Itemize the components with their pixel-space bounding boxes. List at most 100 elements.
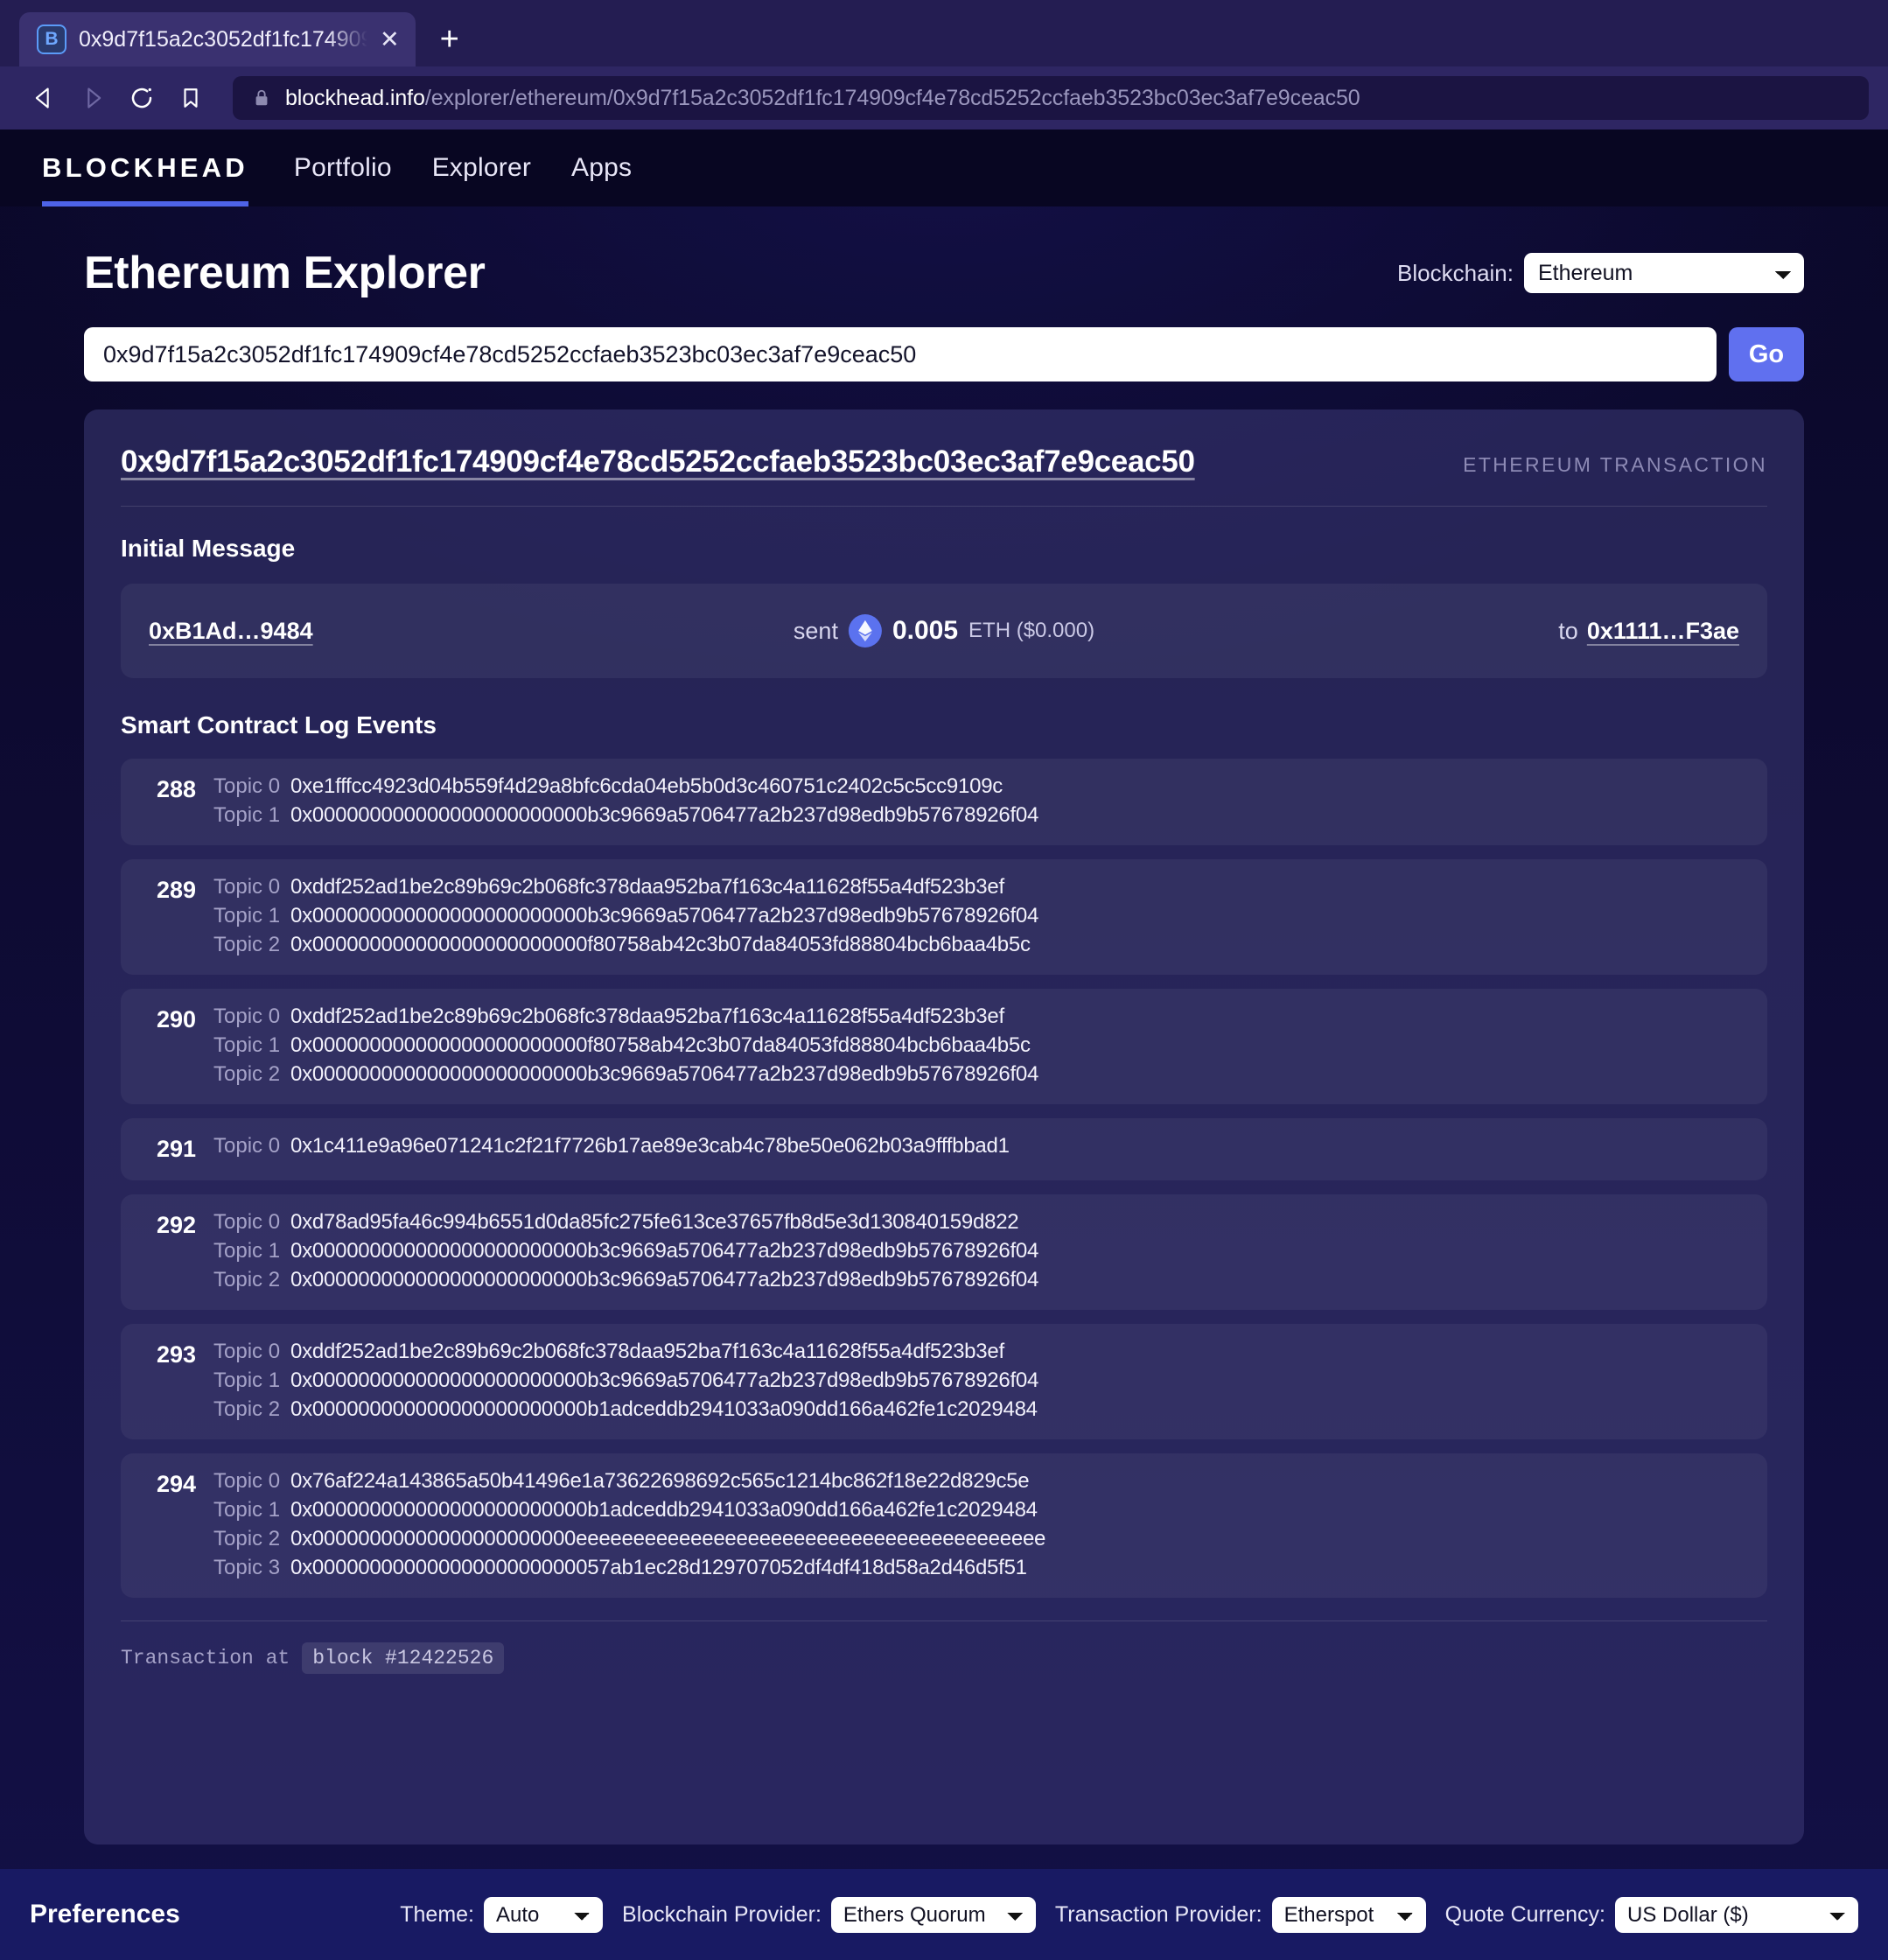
log-event-index: 291 [156, 1136, 196, 1162]
quote-currency-select[interactable]: US Dollar ($) [1615, 1896, 1858, 1933]
log-event-topic: Topic 0 0xddf252ad1be2c89b69c2b068fc378da… [213, 875, 1038, 900]
url-text: blockhead.info/explorer/ethereum/0x9d7f1… [285, 86, 1360, 111]
log-event-topic: Topic 1 0x000000000000000000000000b3c9669… [213, 904, 1038, 928]
reload-icon[interactable] [117, 74, 166, 122]
url-bar[interactable]: blockhead.info/explorer/ethereum/0x9d7f1… [233, 76, 1869, 120]
transaction-footer: Transaction at block #12422526 [121, 1620, 1767, 1674]
log-event-topic: Topic 1 0x000000000000000000000000b3c9669… [213, 1368, 1038, 1393]
log-event-topic: Topic 1 0x000000000000000000000000b3c9669… [213, 803, 1038, 828]
topic-label: Topic 2 [213, 1268, 281, 1292]
transaction-hash[interactable]: 0x9d7f15a2c3052df1fc174909cf4e78cd5252cc… [121, 444, 1195, 480]
url-host: blockhead.info [285, 85, 425, 110]
log-event-index: 290 [156, 1006, 196, 1032]
log-event-topic: Topic 0 0xe1fffcc4923d04b559f4d29a8bfc6cd… [213, 774, 1038, 799]
log-event-topics: Topic 0 0x76af224a143865a50b41496e1a73622… [213, 1469, 1045, 1580]
log-event-topic: Topic 1 0x000000000000000000000000f80758a… [213, 1033, 1038, 1058]
topic-value: 0x000000000000000000000000b3c9669a570647… [290, 1368, 1039, 1392]
log-event-topic: Topic 1 0x000000000000000000000000b3c9669… [213, 1239, 1038, 1264]
topic-value: 0x76af224a143865a50b41496e1a73622698692c… [290, 1469, 1030, 1493]
blockchain-provider-label: Blockchain Provider: [622, 1901, 822, 1927]
message-amount: 0.005 [892, 616, 959, 645]
search-input[interactable] [84, 327, 1717, 382]
log-event-row: 290 Topic 0 0xddf252ad1be2c89b69c2b068fc37… [121, 989, 1767, 1104]
topic-value: 0x000000000000000000000000b3c9669a570647… [290, 1062, 1039, 1086]
topic-value: 0x000000000000000000000000b1adceddb29410… [290, 1397, 1038, 1421]
message-destination: to 0x1111…F3ae [1558, 618, 1739, 645]
initial-message-title: Initial Message [121, 535, 296, 562]
blockchain-select[interactable]: Ethereum [1524, 253, 1804, 293]
blockchain-picker: Blockchain: Ethereum [1397, 253, 1804, 293]
topic-label: Topic 0 [213, 1340, 281, 1363]
preferences-controls: Theme: Auto Blockchain Provider: Ethers … [400, 1896, 1858, 1933]
topic-label: Topic 0 [213, 1134, 281, 1158]
log-event-row: 293 Topic 0 0xddf252ad1be2c89b69c2b068fc37… [121, 1324, 1767, 1439]
log-event-topics: Topic 0 0xd78ad95fa46c994b6551d0da85fc275… [213, 1210, 1038, 1292]
log-event-topics: Topic 0 0xddf252ad1be2c89b69c2b068fc378da… [213, 1340, 1038, 1422]
topic-value: 0x00000000000000000000000057ab1ec28d1297… [290, 1556, 1027, 1579]
message-transfer: sent 0.005 ETH ($0.000) [794, 614, 1094, 648]
bookmark-icon[interactable] [166, 74, 215, 122]
brand-logo[interactable]: BLOCKHEAD [42, 130, 254, 206]
transaction-provider-select[interactable]: Etherspot [1271, 1896, 1426, 1933]
nav-item-apps[interactable]: Apps [571, 153, 632, 183]
message-to-address[interactable]: 0x1111…F3ae [1587, 618, 1739, 645]
log-event-topics: Topic 0 0x1c411e9a96e071241c2f21f7726b17a… [213, 1134, 1010, 1163]
message-sent-label: sent [793, 617, 838, 644]
theme-select[interactable]: Auto [484, 1896, 604, 1933]
log-event-topic: Topic 0 0xd78ad95fa46c994b6551d0da85fc275… [213, 1210, 1038, 1235]
transaction-card: 0x9d7f15a2c3052df1fc174909cf4e78cd5252cc… [84, 410, 1804, 1844]
topic-value: 0x000000000000000000000000f80758ab42c3b0… [290, 1033, 1031, 1057]
url-path: /explorer/ethereum/0x9d7f15a2c3052df1fc1… [424, 85, 1360, 110]
log-event-index: 294 [156, 1471, 196, 1497]
log-event-topics: Topic 0 0xe1fffcc4923d04b559f4d29a8bfc6cd… [213, 774, 1038, 828]
blockchain-label: Blockchain: [1397, 259, 1514, 286]
topic-label: Topic 0 [213, 1469, 281, 1493]
theme-label: Theme: [400, 1901, 475, 1927]
log-event-topic: Topic 0 0x1c411e9a96e071241c2f21f7726b17a… [213, 1134, 1010, 1158]
topic-value: 0xddf252ad1be2c89b69c2b068fc378daa952ba7… [290, 875, 1004, 899]
topic-value: 0x1c411e9a96e071241c2f21f7726b17ae89e3ca… [290, 1134, 1010, 1158]
topic-value: 0x000000000000000000000000b1adceddb29410… [290, 1498, 1038, 1522]
transaction-kind-label: ETHEREUM TRANSACTION [1463, 453, 1767, 476]
close-icon[interactable]: ✕ [380, 27, 400, 52]
log-event-row: 289 Topic 0 0xddf252ad1be2c89b69c2b068fc37… [121, 859, 1767, 975]
log-event-topics: Topic 0 0xddf252ad1be2c89b69c2b068fc378da… [213, 875, 1038, 957]
preference-transaction-provider: Transaction Provider: Etherspot [1055, 1896, 1426, 1933]
log-event-row: 292 Topic 0 0xd78ad95fa46c994b6551d0da85fc… [121, 1194, 1767, 1310]
new-tab-button[interactable]: + [440, 23, 459, 56]
topic-label: Topic 0 [213, 875, 281, 899]
go-button[interactable]: Go [1729, 327, 1804, 382]
topic-value: 0xddf252ad1be2c89b69c2b068fc378daa952ba7… [290, 1340, 1004, 1363]
nav-item-portfolio[interactable]: Portfolio [294, 153, 392, 183]
preferences-bar: Preferences Theme: Auto Blockchain Provi… [0, 1869, 1888, 1960]
topic-label: Topic 1 [213, 1239, 281, 1263]
browser-tab[interactable]: B 0x9d7f15a2c3052df1fc174909c ✕ [19, 12, 416, 66]
topic-value: 0x000000000000000000000000b3c9669a570647… [290, 904, 1039, 928]
topic-label: Topic 1 [213, 1368, 281, 1392]
topic-label: Topic 1 [213, 1498, 281, 1522]
topic-label: Topic 2 [213, 1062, 281, 1086]
log-event-topic: Topic 2 0x000000000000000000000000b1adced… [213, 1397, 1038, 1422]
block-number-chip[interactable]: block #12422526 [302, 1642, 505, 1674]
log-event-index: 288 [156, 776, 196, 802]
back-icon[interactable] [19, 74, 68, 122]
topic-label: Topic 0 [213, 1004, 281, 1028]
topic-label: Topic 2 [213, 933, 281, 956]
message-from-address[interactable]: 0xB1Ad…9484 [149, 618, 313, 645]
topic-label: Topic 1 [213, 803, 281, 827]
page-header: Ethereum Explorer Blockchain: Ethereum [84, 206, 1804, 299]
log-event-row: 288 Topic 0 0xe1fffcc4923d04b559f4d29a8bfc… [121, 759, 1767, 845]
transaction-card-header: 0x9d7f15a2c3052df1fc174909cf4e78cd5252cc… [121, 444, 1767, 507]
log-event-topic: Topic 0 0xddf252ad1be2c89b69c2b068fc378da… [213, 1340, 1038, 1364]
message-unit: ETH ($0.000) [968, 619, 1095, 642]
blockchain-provider-select[interactable]: Ethers Quorum [830, 1896, 1036, 1933]
nav-item-explorer[interactable]: Explorer [432, 153, 531, 183]
ethereum-icon [848, 614, 882, 648]
forward-icon [68, 74, 117, 122]
quote-currency-label: Quote Currency: [1444, 1901, 1605, 1927]
log-event-topic: Topic 1 0x000000000000000000000000b1adced… [213, 1498, 1045, 1522]
favicon-icon: B [37, 24, 66, 54]
browser-navbar: blockhead.info/explorer/ethereum/0x9d7f1… [0, 66, 1888, 130]
topic-value: 0x000000000000000000000000f80758ab42c3b0… [290, 933, 1031, 956]
log-event-topic: Topic 2 0x000000000000000000000000b3c9669… [213, 1268, 1038, 1292]
